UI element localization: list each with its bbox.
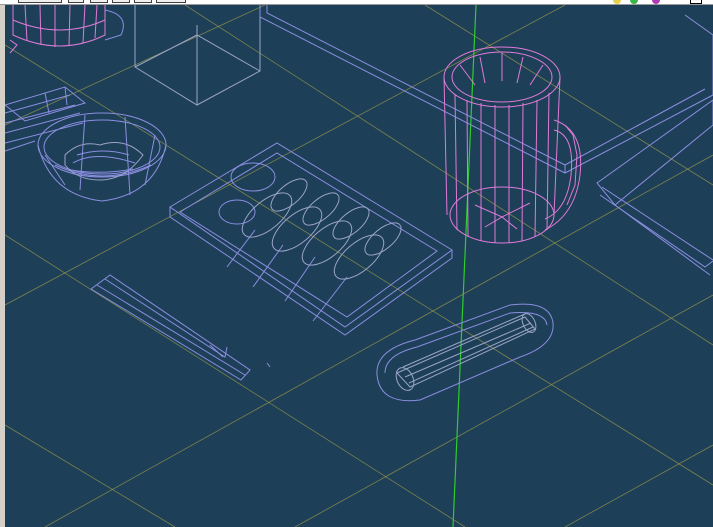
- paint-icon[interactable]: [652, 0, 660, 4]
- toolbar-button-6[interactable]: [156, 0, 186, 3]
- toolbar-button-4[interactable]: [112, 0, 130, 3]
- skewer-plate: [169, 142, 453, 336]
- beer-mug: [443, 46, 582, 244]
- toolbar-button-5[interactable]: [134, 0, 152, 3]
- modeling-app-window: [0, 0, 713, 527]
- wireframe-scene[interactable]: [5, 5, 713, 527]
- chopsticks: [90, 274, 271, 381]
- bowl: [37, 112, 167, 202]
- toolbar-button-3[interactable]: [90, 0, 108, 3]
- ground-grid: [5, 5, 713, 527]
- oshibori-dish: [376, 303, 554, 402]
- check-icon[interactable]: [630, 0, 638, 4]
- box-partial: [134, 5, 261, 106]
- z-axis: [452, 5, 477, 527]
- mug-partial: [9, 5, 124, 54]
- 3d-viewport[interactable]: [5, 5, 713, 527]
- window-icon[interactable]: [690, 0, 702, 4]
- pencil-icon[interactable]: [613, 0, 621, 4]
- toolbar-button-1[interactable]: [18, 0, 62, 3]
- tray-right: [259, 5, 713, 174]
- toolbar-button-2[interactable]: [68, 0, 84, 3]
